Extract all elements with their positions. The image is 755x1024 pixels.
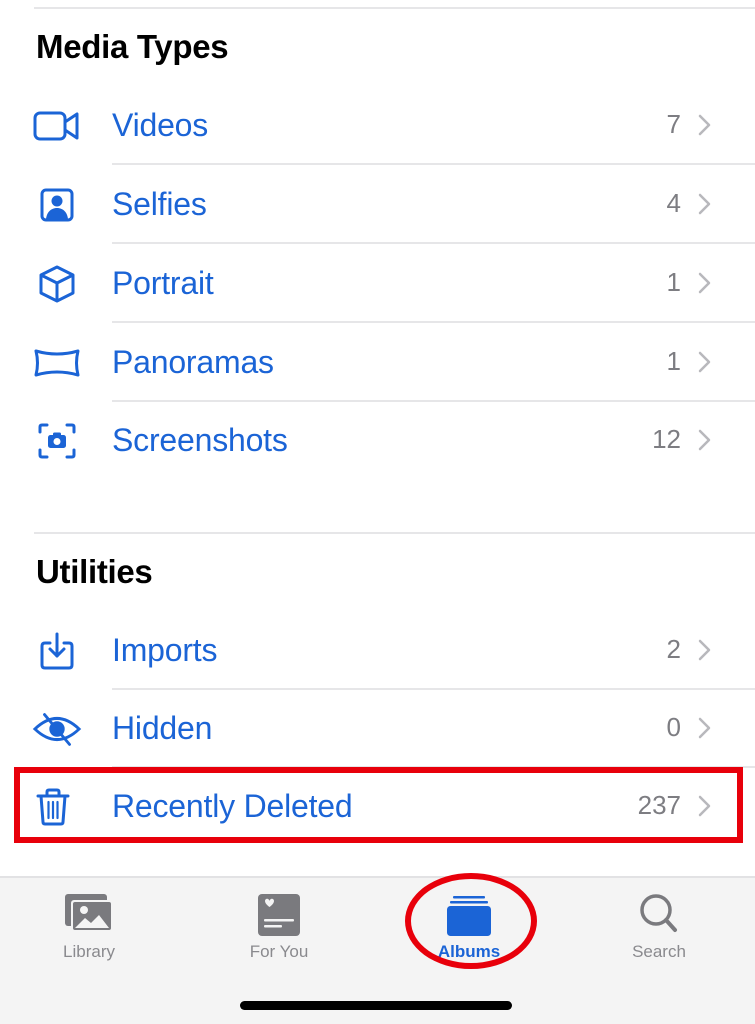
list-item-hidden[interactable]: Hidden 0 <box>0 690 755 768</box>
list-item-selfies[interactable]: Selfies 4 <box>0 166 755 244</box>
list-item-label: Screenshots <box>112 422 288 458</box>
home-indicator[interactable] <box>240 1001 512 1010</box>
list-item-videos[interactable]: Videos 7 <box>0 87 755 165</box>
section-title-media-types: Media Types <box>36 28 229 65</box>
section-title-utilities: Utilities <box>36 553 153 590</box>
list-item-count: 12 <box>652 424 681 454</box>
chevron-right-icon <box>698 429 711 451</box>
tab-label: Search <box>632 942 686 961</box>
tab-label: For You <box>249 942 309 961</box>
for-you-heart-icon <box>258 894 300 936</box>
list-item-label: Selfies <box>112 186 207 222</box>
list-item-count: 0 <box>666 712 681 742</box>
chevron-right-icon <box>698 114 711 136</box>
list-item-count: 7 <box>666 109 681 139</box>
list-item-panoramas[interactable]: Panoramas 1 <box>0 324 755 402</box>
list-item-imports[interactable]: Imports 2 <box>0 612 755 690</box>
list-item-screenshots[interactable]: Screenshots 12 <box>0 402 755 480</box>
chevron-right-icon <box>698 639 711 661</box>
tab-library[interactable]: Library <box>24 878 154 978</box>
tab-albums[interactable]: Albums <box>404 878 534 978</box>
top-separator <box>34 7 755 9</box>
list-item-label: Hidden <box>112 710 213 746</box>
screenshot-camera-icon <box>32 421 82 461</box>
list-item-count: 1 <box>666 267 681 297</box>
tab-search[interactable]: Search <box>594 878 724 978</box>
list-item-recently-deleted[interactable]: Recently Deleted 237 <box>0 768 755 846</box>
list-item-count: 1 <box>666 346 681 376</box>
list-item-label: Imports <box>112 632 218 668</box>
list-item-count: 4 <box>666 188 681 218</box>
row-separator <box>112 321 755 323</box>
list-item-count: 2 <box>666 634 681 664</box>
chevron-right-icon <box>698 272 711 294</box>
trash-icon <box>28 787 78 827</box>
import-tray-icon <box>32 631 82 671</box>
chevron-right-icon <box>698 193 711 215</box>
eye-slash-icon <box>32 709 82 749</box>
tab-label: Albums <box>437 942 501 961</box>
photo-library-icon <box>65 894 113 932</box>
chevron-right-icon <box>698 351 711 373</box>
section-separator <box>34 532 755 534</box>
magnifier-icon <box>640 894 677 932</box>
albums-stack-icon <box>447 896 491 936</box>
list-item-label: Portrait <box>112 265 214 301</box>
cube-icon <box>32 264 82 304</box>
row-separator <box>112 242 755 244</box>
list-item-label: Videos <box>112 107 209 143</box>
panorama-icon <box>32 343 82 383</box>
video-camera-icon <box>32 106 82 146</box>
chevron-right-icon <box>698 717 711 739</box>
selfie-portrait-icon <box>32 185 82 225</box>
list-item-label: Panoramas <box>112 344 274 380</box>
tab-for-you[interactable]: For You <box>214 878 344 978</box>
row-separator <box>112 163 755 165</box>
list-item-portrait[interactable]: Portrait 1 <box>0 245 755 323</box>
list-item-count: 237 <box>637 790 681 820</box>
tab-label: Library <box>63 942 115 961</box>
chevron-right-icon <box>698 795 711 817</box>
list-item-label: Recently Deleted <box>112 788 353 824</box>
